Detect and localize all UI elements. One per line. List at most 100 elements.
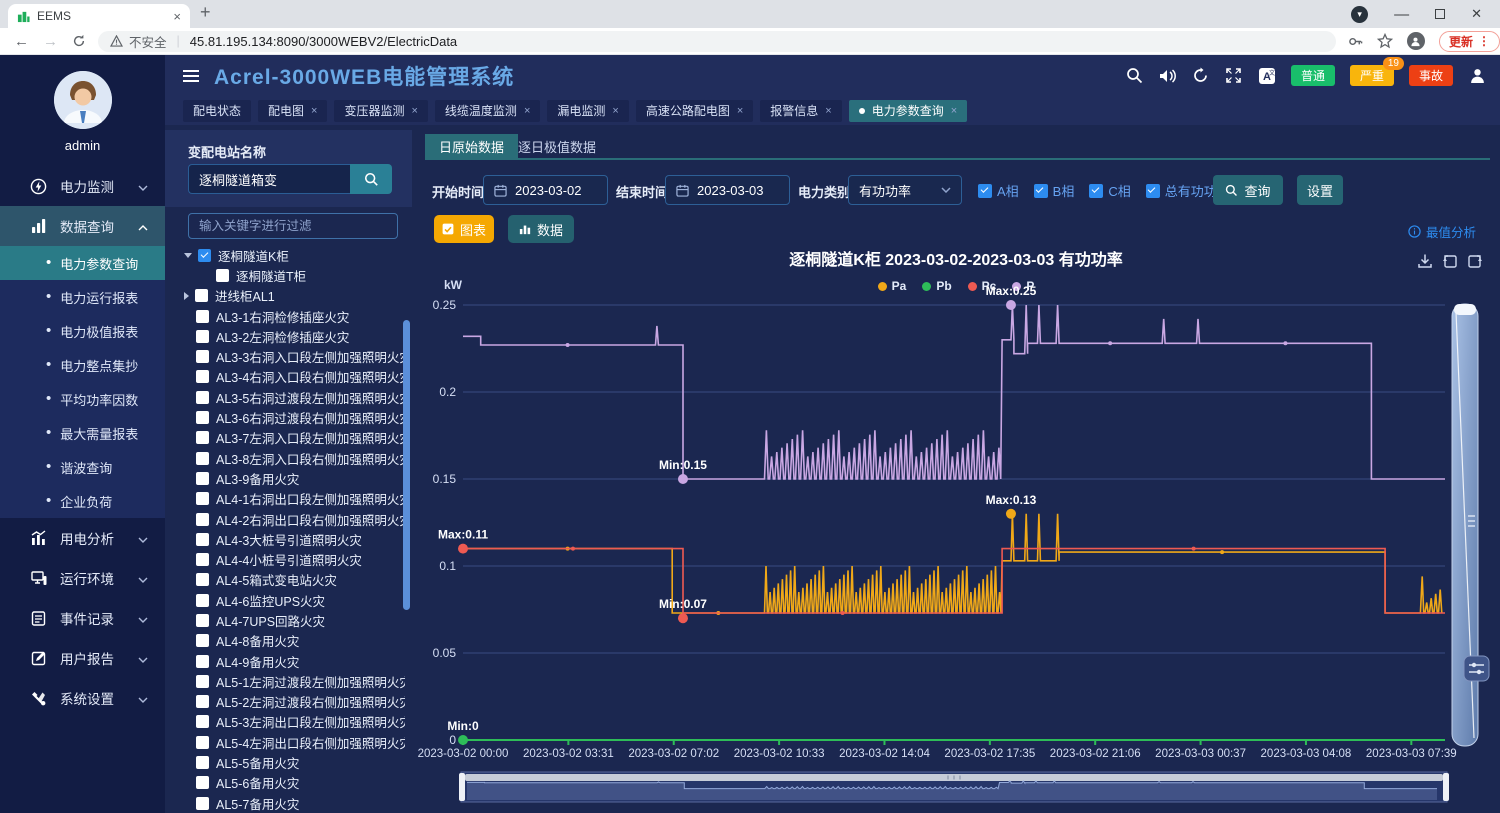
tree-checkbox[interactable] xyxy=(196,533,209,546)
chart-view-button[interactable]: 图表 xyxy=(434,215,494,243)
tree-node[interactable]: AL4-6监控UPS火灾 xyxy=(165,590,405,610)
window-close-button[interactable]: ✕ xyxy=(1471,6,1482,22)
sidebar-item-最大需量报表[interactable]: •最大需量报表 xyxy=(0,416,165,450)
sidebar-group-系统设置[interactable]: 系统设置 xyxy=(0,678,165,718)
tree-checkbox[interactable] xyxy=(195,289,208,302)
tree-node[interactable]: AL5-5备用火灾 xyxy=(165,752,405,772)
filter-settings-button[interactable] xyxy=(1464,656,1489,681)
sidebar-group-用电分析[interactable]: 用电分析 xyxy=(0,518,165,558)
phase-option-A相[interactable]: A相 xyxy=(978,181,1019,200)
sync-icon[interactable] xyxy=(1192,67,1210,85)
status-badge-accident[interactable]: 事故 xyxy=(1409,65,1453,86)
settings-button[interactable]: 设置 xyxy=(1297,175,1343,205)
tree-checkbox[interactable] xyxy=(196,736,209,749)
search-icon[interactable] xyxy=(1126,67,1144,85)
new-tab-button[interactable]: + xyxy=(200,2,211,23)
tree-node[interactable]: AL3-4右洞入口段右侧加强照明火灾 xyxy=(165,367,405,387)
tree-node[interactable]: AL4-9备用火灾 xyxy=(165,651,405,671)
tab-close-icon[interactable]: × xyxy=(411,105,417,117)
window-minimize-button[interactable]: — xyxy=(1394,6,1409,23)
hamburger-menu-icon[interactable] xyxy=(183,70,199,82)
tree-node[interactable]: AL3-1右洞检修插座火灾 xyxy=(165,306,405,326)
tree-node[interactable]: AL3-2左洞检修插座火灾 xyxy=(165,326,405,346)
power-type-select[interactable]: 有功功率 xyxy=(848,175,962,205)
tab-close-icon[interactable]: × xyxy=(173,9,181,24)
datazoom-left-handle[interactable] xyxy=(459,773,465,801)
end-date-input[interactable]: 2023-03-03 xyxy=(665,175,790,205)
phase-option-C相[interactable]: C相 xyxy=(1089,181,1130,200)
station-input[interactable] xyxy=(188,164,350,194)
tree-checkbox[interactable] xyxy=(196,594,209,607)
page-tab-报警信息[interactable]: 报警信息× xyxy=(760,100,841,122)
tree-node[interactable]: AL5-7备用火灾 xyxy=(165,793,405,813)
tree-node[interactable]: AL3-8左洞入口段右侧加强照明火灾 xyxy=(165,448,405,468)
volume-icon[interactable] xyxy=(1159,67,1177,85)
tree-checkbox[interactable] xyxy=(196,310,209,323)
phase-checkbox[interactable] xyxy=(1089,184,1103,198)
sidebar-item-电力整点集抄[interactable]: •电力整点集抄 xyxy=(0,348,165,382)
tree-checkbox[interactable] xyxy=(196,492,209,505)
tree-checkbox[interactable] xyxy=(196,797,209,810)
tree-node[interactable]: AL4-1右洞出口段左侧加强照明火灾 xyxy=(165,489,405,509)
address-bar[interactable]: 不安全 | 45.81.195.134:8090/3000WEBV2/Elect… xyxy=(98,31,1336,52)
tree-node[interactable]: AL5-4左洞出口段右侧加强照明火灾 xyxy=(165,732,405,752)
page-tab-电力参数查询[interactable]: 电力参数查询× xyxy=(849,100,967,122)
tree-checkbox[interactable] xyxy=(196,675,209,688)
sidebar-group-电力监测[interactable]: 电力监测 xyxy=(0,166,165,206)
kebab-menu-icon[interactable]: ⋮ xyxy=(1478,34,1490,48)
tree-checkbox[interactable] xyxy=(196,472,209,485)
tree-checkbox[interactable] xyxy=(196,695,209,708)
data-view-button[interactable]: 数据 xyxy=(508,215,574,243)
tab-close-icon[interactable]: × xyxy=(825,105,831,117)
tree-node[interactable]: AL4-7UPS回路火灾 xyxy=(165,610,405,630)
tree-node[interactable]: 逐桐隧道K柜 xyxy=(165,245,405,265)
phase-checkbox[interactable] xyxy=(1146,184,1160,198)
tab-close-icon[interactable]: × xyxy=(311,105,317,117)
datazoom-right-handle[interactable] xyxy=(1443,773,1449,801)
phase-option-B相[interactable]: B相 xyxy=(1034,181,1075,200)
tree-checkbox[interactable] xyxy=(196,452,209,465)
fullscreen-icon[interactable] xyxy=(1225,67,1243,85)
window-maximize-button[interactable] xyxy=(1435,9,1445,19)
sidebar-group-用户报告[interactable]: 用户报告 xyxy=(0,638,165,678)
tree-checkbox[interactable] xyxy=(196,614,209,627)
tree-collapse-icon[interactable] xyxy=(184,292,189,300)
tree-checkbox[interactable] xyxy=(196,634,209,647)
tab-close-icon[interactable]: × xyxy=(737,105,743,117)
tree-node[interactable]: AL4-5箱式变电站火灾 xyxy=(165,570,405,590)
page-tab-高速公路配电图[interactable]: 高速公路配电图× xyxy=(636,100,753,122)
sidebar-item-电力极值报表[interactable]: •电力极值报表 xyxy=(0,314,165,348)
tree-node[interactable]: AL3-6右洞过渡段右侧加强照明火灾 xyxy=(165,407,405,427)
tab-daily-extreme-data[interactable]: 逐日极值数据 xyxy=(504,134,610,158)
browser-tab[interactable]: EEMS × xyxy=(8,4,190,28)
tree-checkbox[interactable] xyxy=(196,776,209,789)
sidebar-item-电力参数查询[interactable]: •电力参数查询 xyxy=(0,246,165,280)
download-icon[interactable] xyxy=(1417,253,1433,269)
page-tab-配电图[interactable]: 配电图× xyxy=(258,100,327,122)
tab-search-icon[interactable]: ▾ xyxy=(1351,6,1368,23)
tree-node[interactable]: AL3-3右洞入口段左侧加强照明火灾 xyxy=(165,346,405,366)
tree-node[interactable]: AL4-8备用火灾 xyxy=(165,631,405,651)
page-tab-配电状态[interactable]: 配电状态 xyxy=(183,100,251,122)
tree-checkbox[interactable] xyxy=(196,513,209,526)
key-icon[interactable] xyxy=(1348,34,1363,49)
status-badge-normal[interactable]: 普通 xyxy=(1291,65,1335,86)
tree-checkbox[interactable] xyxy=(196,715,209,728)
restore-icon[interactable] xyxy=(1442,253,1458,269)
tree-node[interactable]: 进线柜AL1 xyxy=(165,286,405,306)
tree-node[interactable]: AL5-1左洞过渡段左侧加强照明火灾 xyxy=(165,671,405,691)
tree-filter-input[interactable] xyxy=(188,213,398,239)
save-image-icon[interactable] xyxy=(1467,253,1483,269)
sidebar-item-平均功率因数[interactable]: •平均功率因数 xyxy=(0,382,165,416)
tree-checkbox[interactable] xyxy=(196,391,209,404)
start-date-input[interactable]: 2023-03-02 xyxy=(483,175,608,205)
tree-node[interactable]: AL3-7左洞入口段左侧加强照明火灾 xyxy=(165,428,405,448)
tree-checkbox[interactable] xyxy=(216,269,229,282)
query-button[interactable]: 查询 xyxy=(1213,175,1283,205)
forward-icon[interactable]: → xyxy=(43,33,58,50)
tree-checkbox[interactable] xyxy=(196,573,209,586)
tree-checkbox[interactable] xyxy=(198,249,211,262)
tree-scrollbar[interactable] xyxy=(403,320,410,610)
tree-node[interactable]: AL4-4小桩号引道照明火灾 xyxy=(165,549,405,569)
tree-expand-icon[interactable] xyxy=(184,253,192,258)
